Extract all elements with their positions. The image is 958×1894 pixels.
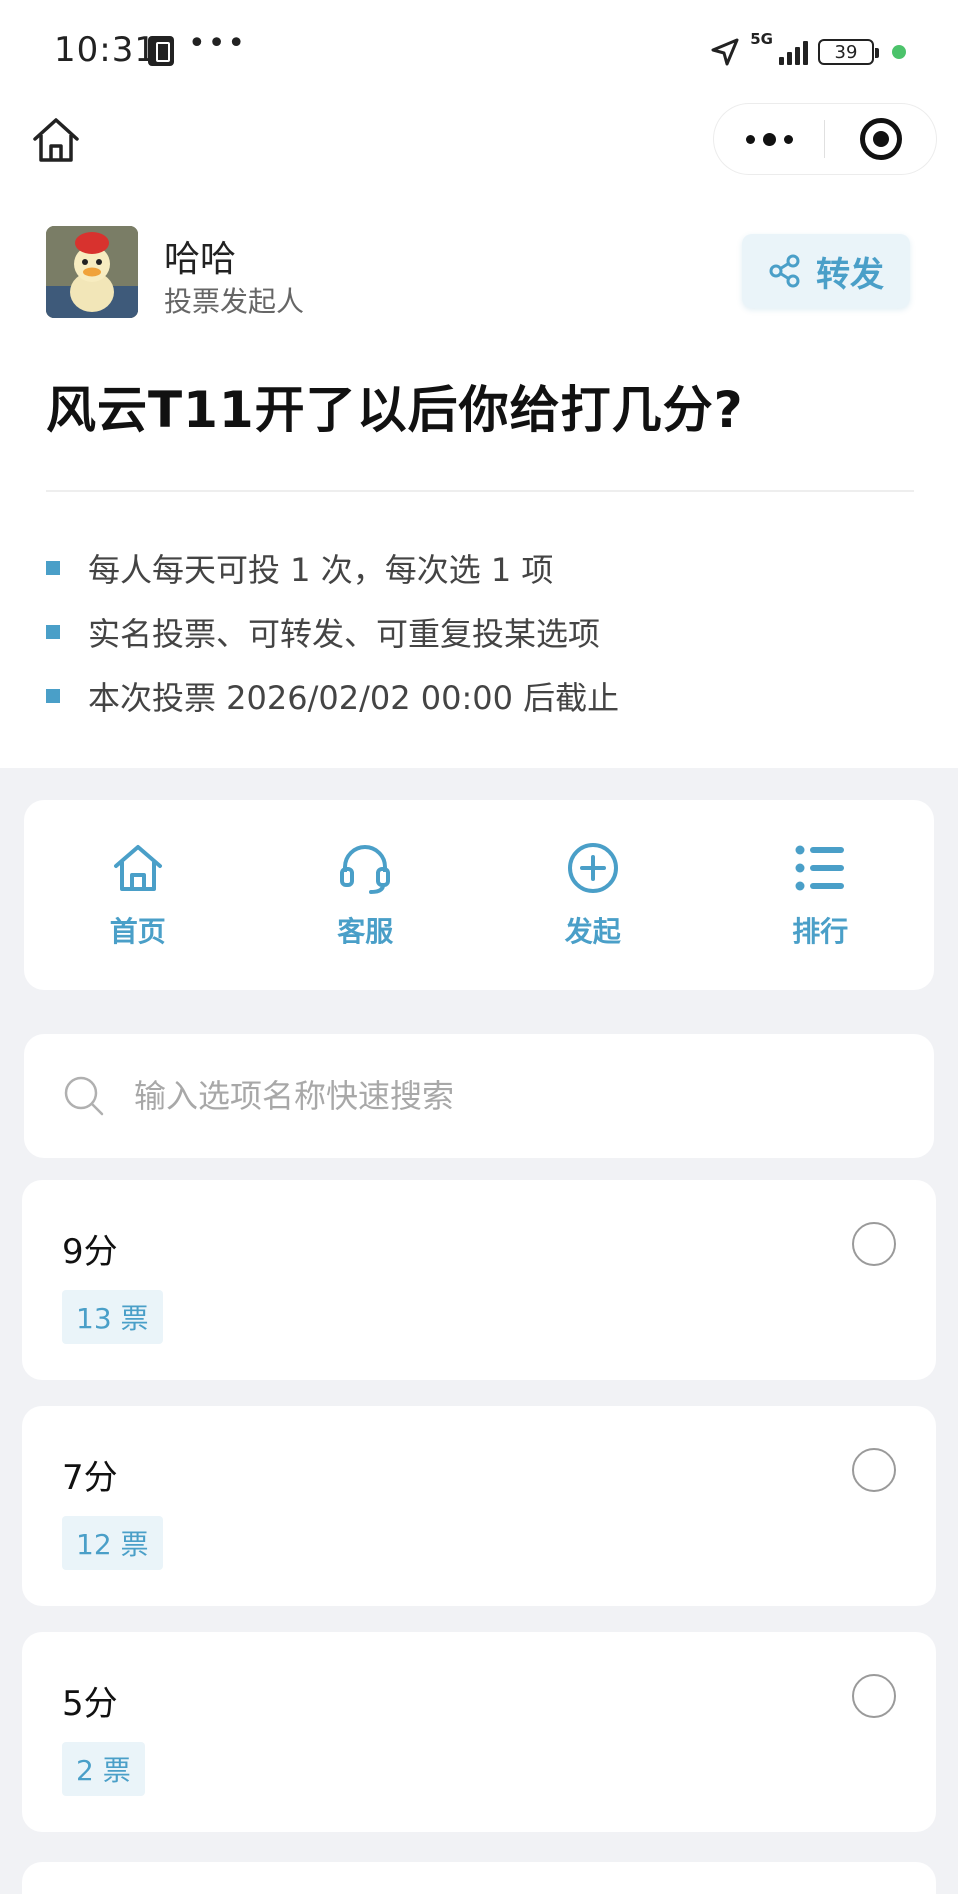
option-name: 9分 — [62, 1232, 118, 1272]
rule-text: 实名投票、可转发、可重复投某选项 — [88, 615, 601, 653]
battery-level: 39 — [834, 41, 858, 63]
network-type-label: 5G — [750, 30, 773, 48]
vote-count-badge: 13 票 — [62, 1290, 163, 1344]
poll-rules: 每人每天可投 1 次，每次选 1 项 实名投票、可转发、可重复投某选项 本次投票… — [46, 536, 916, 728]
target-close-icon — [859, 118, 902, 160]
quick-nav-home[interactable]: 首页 — [24, 840, 252, 950]
privacy-indicator-dot — [892, 45, 906, 59]
option-name: 7分 — [62, 1458, 118, 1498]
more-menu-button[interactable] — [714, 104, 824, 174]
duck-avatar-image — [46, 226, 138, 318]
share-label: 转发 — [816, 254, 884, 295]
search-box — [24, 1034, 934, 1158]
search-icon — [64, 1076, 104, 1116]
status-right-group: 5G 39 — [710, 30, 906, 74]
share-icon — [769, 254, 800, 288]
rule-item: 本次投票 2026/02/02 00:00 后截止 — [46, 664, 916, 728]
vote-count-badge: 2 票 — [62, 1742, 145, 1796]
rule-item: 每人每天可投 1 次，每次选 1 项 — [46, 536, 916, 600]
quick-nav-ranking[interactable]: 排行 — [707, 840, 935, 950]
rule-text: 本次投票 2026/02/02 00:00 后截止 — [88, 679, 620, 717]
status-more-indicator: ••• — [188, 26, 248, 61]
battery-icon: 39 — [818, 39, 879, 65]
author-role: 投票发起人 — [164, 285, 305, 318]
home-nav-icon[interactable] — [30, 114, 82, 166]
quick-nav-label: 首页 — [109, 915, 166, 948]
avatar — [46, 226, 138, 318]
ranking-list-icon — [795, 845, 845, 891]
close-miniprogram-button[interactable] — [825, 104, 936, 174]
option-card-partial[interactable] — [22, 1862, 936, 1894]
more-dot-icon — [745, 134, 755, 144]
quick-nav: 首页 客服 发起 排行 — [24, 800, 934, 990]
rule-text: 每人每天可投 1 次，每次选 1 项 — [88, 551, 554, 589]
option-radio[interactable] — [852, 1448, 896, 1492]
status-time: 10:31 — [54, 30, 157, 70]
status-bar: 10:31 ••• 5G 39 — [0, 0, 958, 104]
rule-item: 实名投票、可转发、可重复投某选项 — [46, 600, 916, 664]
miniprogram-capsule — [714, 104, 936, 174]
option-radio[interactable] — [852, 1222, 896, 1266]
home-icon — [113, 845, 162, 891]
option-card[interactable]: 7分 12 票 — [22, 1406, 936, 1606]
plus-circle-icon — [567, 843, 618, 893]
search-input[interactable] — [134, 1077, 894, 1115]
option-card[interactable]: 5分 2 票 — [22, 1632, 936, 1832]
quick-nav-label: 客服 — [337, 915, 394, 948]
location-arrow-icon — [711, 38, 739, 66]
vote-count-badge: 12 票 — [62, 1516, 163, 1570]
rule-bullet-icon — [46, 689, 60, 703]
title-divider — [46, 490, 914, 492]
option-name: 5分 — [62, 1684, 118, 1724]
rule-bullet-icon — [46, 625, 60, 639]
rule-bullet-icon — [46, 561, 60, 575]
quick-nav-create[interactable]: 发起 — [479, 840, 707, 950]
quick-nav-label: 排行 — [792, 915, 849, 948]
signal-strength-icon — [779, 39, 808, 65]
notification-app-icon — [148, 36, 174, 66]
quick-nav-label: 发起 — [564, 915, 621, 948]
poll-title: 风云T11开了以后你给打几分? — [46, 381, 744, 439]
share-button[interactable]: 转发 — [742, 234, 910, 308]
more-dot-icon — [762, 132, 776, 146]
quick-nav-service[interactable]: 客服 — [252, 840, 480, 950]
option-radio[interactable] — [852, 1674, 896, 1718]
author-name: 哈哈 — [164, 239, 237, 280]
more-dot-icon — [783, 134, 793, 144]
option-card[interactable]: 9分 13 票 — [22, 1180, 936, 1380]
headset-icon — [340, 845, 391, 894]
